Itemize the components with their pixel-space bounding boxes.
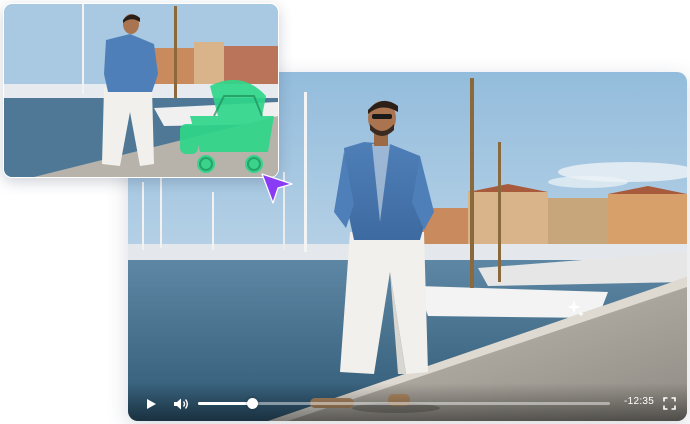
time-remaining: -12:35 [624, 396, 655, 407]
fullscreen-icon[interactable] [663, 397, 676, 410]
sparkle-icon [567, 300, 584, 317]
progress-slider[interactable] [198, 398, 610, 409]
thumbnail-image [4, 4, 278, 177]
play-icon[interactable] [145, 398, 157, 410]
progress-fill [198, 402, 252, 405]
preview-thumbnail [3, 3, 279, 178]
volume-icon[interactable] [173, 397, 189, 411]
pointer-cursor-icon [261, 173, 293, 204]
progress-handle[interactable] [246, 398, 258, 409]
